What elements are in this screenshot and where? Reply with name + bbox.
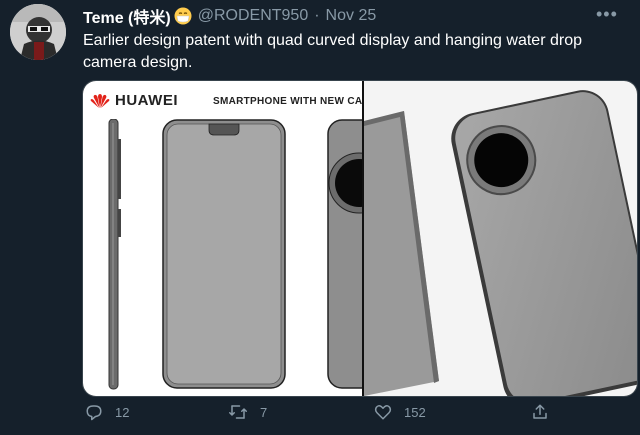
retweet-button[interactable]: 7 <box>228 403 267 421</box>
phone-side-view <box>108 119 121 390</box>
like-count: 152 <box>404 404 426 420</box>
face-with-medical-mask-emoji-icon <box>174 7 192 25</box>
retweet-icon <box>229 405 247 419</box>
phone-render <box>364 90 637 396</box>
share-button[interactable] <box>531 403 549 421</box>
reply-button[interactable]: 12 <box>85 403 129 421</box>
like-button[interactable]: 152 <box>374 403 426 421</box>
brand-name: HUAWEI <box>115 92 178 109</box>
header-separator: · <box>314 7 320 24</box>
tweet-header: Teme (特米) @RODENT950 · Nov 25 <box>83 5 376 27</box>
share-icon <box>533 404 547 419</box>
huawei-logo-icon <box>90 93 110 108</box>
phone-front-view <box>162 119 286 389</box>
avatar[interactable] <box>10 4 66 60</box>
tweet-text: Earlier design patent with quad curved d… <box>83 32 582 71</box>
more-horizontal-icon[interactable]: ••• <box>596 4 618 25</box>
huawei-brand: HUAWEI <box>89 92 178 109</box>
reply-icon <box>86 405 102 421</box>
phone-back-view <box>327 119 362 389</box>
tweet-date[interactable]: Nov 25 <box>326 7 377 25</box>
tweet[interactable]: Teme (特米) @RODENT950 · Nov 25 ••• Earlie… <box>0 0 640 435</box>
retweet-count: 7 <box>260 404 268 420</box>
render-image[interactable] <box>364 81 637 396</box>
patent-caption: SMARTPHONE WITH NEW CAMER <box>213 96 362 107</box>
tweet-actions: 12 7 152 <box>0 403 640 429</box>
like-icon <box>374 405 392 420</box>
patent-drawing-image[interactable]: HUAWEI SMARTPHONE WITH NEW CAMER <box>83 81 362 396</box>
author-name[interactable]: Teme (特米) <box>83 4 171 28</box>
tweet-media[interactable]: HUAWEI SMARTPHONE WITH NEW CAMER <box>82 80 638 397</box>
author-handle[interactable]: @RODENT950 <box>198 7 309 25</box>
reply-count: 12 <box>115 404 130 420</box>
